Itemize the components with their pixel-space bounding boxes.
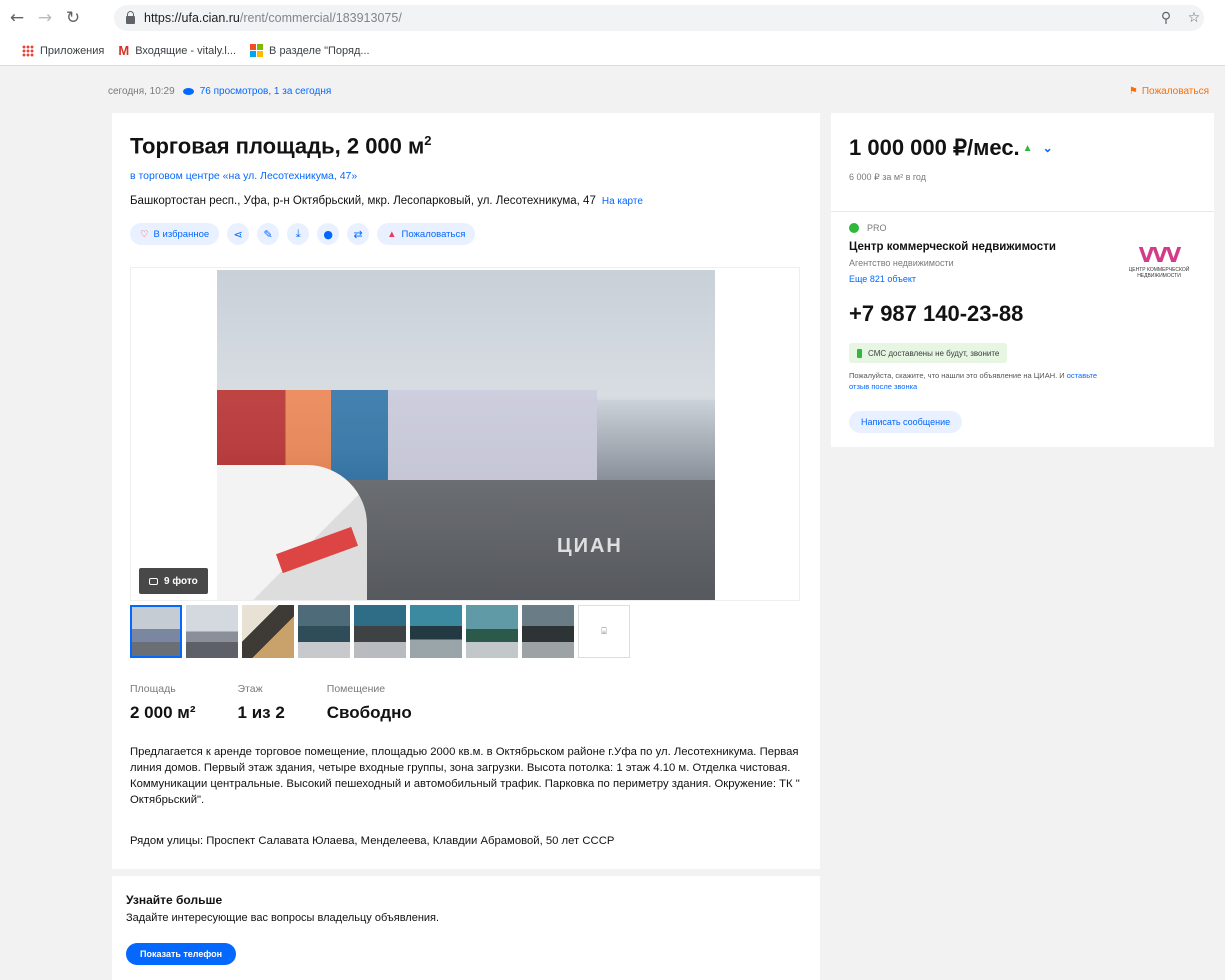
- pro-badge: PRO: [849, 223, 887, 233]
- divider: [831, 211, 1214, 212]
- report-button[interactable]: ▲ Пожаловаться: [377, 223, 476, 245]
- camera-icon: [149, 577, 158, 585]
- compare-button[interactable]: ⇄: [347, 223, 370, 245]
- photo-gallery[interactable]: ЦИАН 9 фото: [130, 267, 800, 601]
- floor-plan-icon: ⌸: [601, 626, 607, 636]
- mall-link[interactable]: в торговом центре «на ул. Лесотехникума,…: [130, 170, 357, 182]
- complain-link[interactable]: ⚑ Пожаловаться: [1129, 86, 1209, 97]
- fact-floor: Этаж 1 из 2: [237, 683, 285, 722]
- photo-count-badge[interactable]: 9 фото: [139, 568, 208, 594]
- cian-watermark: ЦИАН: [557, 535, 623, 557]
- bookmarks-bar: Приложения M Входящие - vitaly.l... В ра…: [0, 36, 1225, 66]
- thumbnail-strip: ⌸: [130, 605, 634, 658]
- warning-icon: ▲: [387, 228, 397, 240]
- listing-title: Торговая площадь, 2 000 м2: [130, 133, 432, 159]
- url-path: /rent/commercial/183913075/: [239, 11, 402, 25]
- star-bookmark-icon[interactable]: ☆: [1184, 10, 1204, 30]
- zoom-icon[interactable]: ⚲: [1156, 10, 1176, 30]
- description: Предлагается к аренде торговое помещение…: [130, 746, 800, 806]
- learn-more-text: Задайте интересующие вас вопросы владель…: [126, 912, 440, 924]
- thumbnail[interactable]: [466, 605, 518, 658]
- action-buttons: ♡ В избранное ⋖ ✎ ⤓ ● ⇄ ▲ Пожаловаться: [130, 223, 483, 245]
- share-button[interactable]: ⋖: [227, 223, 250, 245]
- agency-type: Агентство недвижимости: [849, 258, 954, 268]
- thumbnail[interactable]: [298, 605, 350, 658]
- address-bar[interactable]: https://ufa.cian.ru /rent/commercial/183…: [114, 5, 1204, 31]
- price: 1 000 000 ₽/мес. ▲ ⌄: [849, 135, 1053, 160]
- download-icon: ⤓: [295, 227, 301, 240]
- phone-number[interactable]: +7 987 140-23-88: [849, 301, 1023, 327]
- agency-logo-icon: VVV: [1138, 243, 1181, 267]
- download-button[interactable]: ⤓: [287, 223, 310, 245]
- contact-sidebar: 1 000 000 ₽/мес. ▲ ⌄ 6 000 ₽ за м² в год…: [831, 113, 1214, 447]
- thumbnail[interactable]: [354, 605, 406, 658]
- pencil-icon: ✎: [263, 227, 273, 241]
- address: Башкортостан респ., Уфа, р-н Октябрьский…: [130, 195, 643, 207]
- learn-more-card: Узнайте больше Задайте интересующие вас …: [112, 876, 820, 980]
- reload-icon[interactable]: ↻: [62, 7, 84, 29]
- publish-date: сегодня, 10:29: [108, 86, 175, 97]
- price-per-sqm: 6 000 ₽ за м² в год: [849, 172, 926, 182]
- floor-plan-thumbnail[interactable]: ⌸: [578, 605, 630, 658]
- agency-name[interactable]: Центр коммерческой недвижимости: [849, 241, 1056, 253]
- heart-icon: ♡: [140, 228, 149, 240]
- price-up-icon: ▲: [1022, 142, 1033, 154]
- thumbnail[interactable]: [242, 605, 294, 658]
- share-icon: ⋖: [233, 227, 243, 241]
- lock-icon: [126, 11, 135, 24]
- nearby-streets: Рядом улицы: Проспект Салавата Юлаева, М…: [130, 835, 615, 847]
- map-link[interactable]: На карте: [602, 196, 643, 207]
- compare-icon: ⇄: [353, 227, 363, 241]
- apps-grid-icon: [22, 44, 34, 57]
- main-photo[interactable]: ЦИАН: [217, 270, 715, 600]
- learn-more-title: Узнайте больше: [126, 893, 223, 907]
- phone-icon: [857, 348, 862, 358]
- gmail-icon: M: [118, 43, 130, 58]
- favorite-button[interactable]: ♡ В избранное: [130, 223, 220, 245]
- call-note: Пожалуйста, скажите, что нашли это объяв…: [849, 371, 1098, 391]
- agency-logo[interactable]: VVV ЦЕНТР КОММЕРЧЕСКОЙ НЕДВИЖИМОСТИ: [1114, 243, 1204, 283]
- bookmark-apps[interactable]: Приложения: [22, 44, 104, 57]
- fact-area: Площадь 2 000 м²: [130, 683, 196, 722]
- bookmark-gmail[interactable]: M Входящие - vitaly.l...: [118, 43, 236, 58]
- views-link[interactable]: 76 просмотров, 1 за сегодня: [200, 86, 332, 97]
- listing-meta: сегодня, 10:29 76 просмотров, 1 за сегод…: [108, 86, 331, 97]
- edit-button[interactable]: ✎: [257, 223, 280, 245]
- flag-icon: ⚑: [1128, 86, 1138, 97]
- listing-card: Торговая площадь, 2 000 м2 в торговом це…: [112, 113, 820, 869]
- agency-listings-link[interactable]: Еще 821 объект: [849, 274, 916, 284]
- show-phone-button[interactable]: Показать телефон: [126, 943, 237, 965]
- sms-notice: СМС доставлены не будут, звоните: [849, 343, 1008, 363]
- thumbnail[interactable]: [186, 605, 238, 658]
- forward-arrow-icon[interactable]: →: [34, 7, 56, 29]
- thumbnail[interactable]: [410, 605, 462, 658]
- key-facts: Площадь 2 000 м² Этаж 1 из 2 Помещение С…: [130, 683, 454, 723]
- thumbnail[interactable]: [130, 605, 182, 658]
- chevron-down-icon[interactable]: ⌄: [1043, 141, 1053, 155]
- microsoft-icon: [250, 44, 264, 57]
- eye-icon: [182, 88, 194, 95]
- thumbnail[interactable]: [522, 605, 574, 658]
- hide-button[interactable]: ●: [317, 223, 340, 245]
- bookmark-section[interactable]: В разделе "Поряд...: [250, 44, 370, 57]
- browser-toolbar: ← → ↻ https://ufa.cian.ru /rent/commerci…: [0, 0, 1225, 36]
- eye-hide-icon: ●: [323, 227, 333, 241]
- back-arrow-icon[interactable]: ←: [6, 7, 28, 29]
- url-host: https://ufa.cian.ru: [144, 11, 240, 25]
- write-message-button[interactable]: Написать сообщение: [849, 411, 963, 433]
- check-icon: [849, 223, 859, 233]
- fact-premises: Помещение Свободно: [326, 683, 412, 722]
